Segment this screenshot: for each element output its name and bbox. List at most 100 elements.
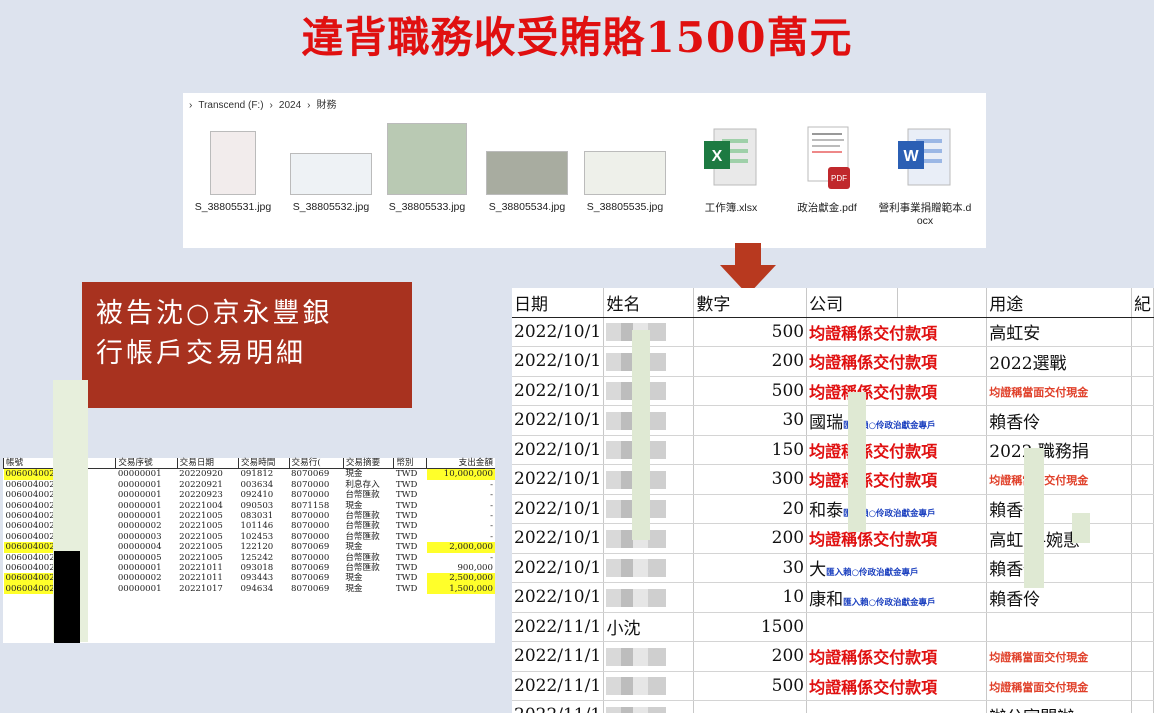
excel-icon: X [683,123,779,196]
bank-cell: 現金 [345,469,363,480]
use-cell: 高虹安-婉惠 [986,523,1132,554]
bank-cell: TWD [395,583,418,594]
blurred-name [606,588,667,607]
company-cell: 均證稱係交付款項 [806,641,988,672]
blurred-name [606,706,667,713]
file-item[interactable]: S_38805532.jpg [283,123,379,214]
date-cell: 2022/10/1 [512,346,605,377]
bank-cell: 00000001 [117,500,162,511]
bank-cell: 094634 [240,583,274,594]
company-text: 均證稱係交付款項 [809,323,938,343]
bank-cell: TWD [395,500,418,511]
bank-column-header: 支出金額 [426,458,495,470]
amount-cell: 150 [693,435,808,465]
use-text: 辦公室開辦 [989,708,1074,713]
use-text: 賴香伶 [989,412,1041,433]
bank-cell: 2,500,000 [426,573,495,584]
use-text: 均證稱當面交付現金 [989,385,1089,399]
sheet-column-header: 數字 [693,288,808,318]
company-cell [806,700,988,713]
bank-cell: 8070000 [291,479,330,490]
name-cell [603,641,695,672]
bank-cell: TWD [395,479,418,490]
bank-column-header: 交易日期 [176,458,239,470]
transfer-note: 匯入賴○伶政治獻金專戶 [843,597,936,608]
file-item[interactable]: S_38805534.jpg [479,123,575,214]
bank-cell: 00000003 [117,531,162,542]
bank-cell: 8071158 [291,500,330,511]
bank-cell: - [490,521,493,532]
bank-cell: 20221011 [179,573,223,584]
company-text: 大 [809,560,827,581]
company-cell: 國瑞匯入賴○伶政治獻金專戶 [806,405,988,436]
bank-cell: 00000001 [117,583,162,594]
pdf-icon: PDF [779,123,875,196]
company-cell: 均證稱係交付款項 [806,346,988,377]
bank-cell: TWD [395,469,418,480]
breadcrumb-item[interactable]: 財務 [316,100,336,111]
date-cell: 2022/10/1 [512,435,605,465]
sheet-column-header: 公司 [806,288,898,318]
breadcrumb-item[interactable]: Transcend (F:) [198,100,263,111]
bank-cell: 8070069 [291,469,330,480]
use-cell: 均證稱當面交付現金 [986,641,1132,672]
blurred-name [606,559,667,578]
bank-cell: 00000005 [117,552,162,563]
file-item[interactable]: W 營利事業捐贈範本.docx [877,123,973,228]
bank-cell: 8070069 [291,583,330,594]
bank-cell: 現金 [345,583,363,594]
date-cell: 2022/11/1 [512,671,605,701]
bank-cell: 00000002 [117,573,162,584]
sheet-row: 2022/10/1 500 均證稱係交付款項 均證稱當面交付現金 [512,376,1154,406]
amount-cell [693,700,808,713]
bank-cell: TWD [395,521,418,532]
bank-cell: 091812 [240,469,274,480]
bank-cell: 8070000 [291,521,330,532]
sheet-row: 2022/11/1 500 均證稱係交付款項 均證稱當面交付現金 [512,671,1154,701]
file-item[interactable]: S_38805535.jpg [577,123,673,214]
blurred-name [606,677,667,696]
file-item[interactable]: S_38805531.jpg [185,123,281,214]
bank-cell: 1,500,000 [426,583,495,595]
company-text: 均證稱係交付款項 [809,530,938,550]
bank-cell: 8070000 [291,531,330,542]
bank-cell: 20221017 [179,583,223,594]
bank-cell: 8070069 [291,542,330,553]
extra-cell [1131,700,1154,713]
bank-cell: 093018 [240,563,274,574]
use-cell: 均證稱當面交付現金 [986,464,1132,495]
bank-cell: 台幣匯款 [345,511,380,522]
amount-cell: 200 [693,641,808,672]
bank-cell: 8070000 [291,511,330,522]
svg-text:X: X [712,148,723,165]
date-cell: 2022/10/1 [512,582,605,613]
company-cell: 均證稱係交付款項 [806,671,988,701]
bank-column-header: 交易行( [288,458,344,470]
bank-cell: 8070000 [291,490,330,501]
use-cell: 均證稱當面交付現金 [986,376,1132,406]
file-item[interactable]: X 工作簿.xlsx [683,123,779,215]
callout-line1: 被告沈○京永豐銀 [96,298,333,329]
bank-cell: 083031 [240,511,274,522]
amount-cell: 200 [693,346,808,377]
bank-cell: 093443 [240,573,274,584]
scan-thumb-icon [210,131,256,195]
sheet-column-header [897,288,988,318]
file-item[interactable]: PDF 政治獻金.pdf [779,123,875,215]
word-icon: W [877,123,973,196]
use-cell: 賴香伶 [986,405,1132,436]
breadcrumb-item[interactable]: 2024 [279,100,301,111]
svg-text:W: W [903,148,919,165]
bank-cell: 00000004 [117,542,162,553]
file-item[interactable]: S_38805533.jpg [379,123,475,214]
bank-cell: TWD [395,542,418,553]
amount-cell: 20 [693,494,808,524]
date-cell: 2022/10/1 [512,523,605,554]
sheet-row: 2022/11/1 200 均證稱係交付款項 均證稱當面交付現金 [512,641,1154,672]
date-cell: 2022/10/1 [512,405,605,436]
file-name: S_38805533.jpg [388,201,466,213]
sheet-row: 2022/10/1 20 和泰匯入賴○伶政治獻金專戶 賴香伶 [512,494,1154,524]
company-cell: 均證稱係交付款項 [806,523,988,554]
sheet-row: 2022/10/1 150 均證稱係交付款項 2022 職務捐 [512,435,1154,465]
callout-line2: 行帳戶交易明細 [96,338,306,369]
